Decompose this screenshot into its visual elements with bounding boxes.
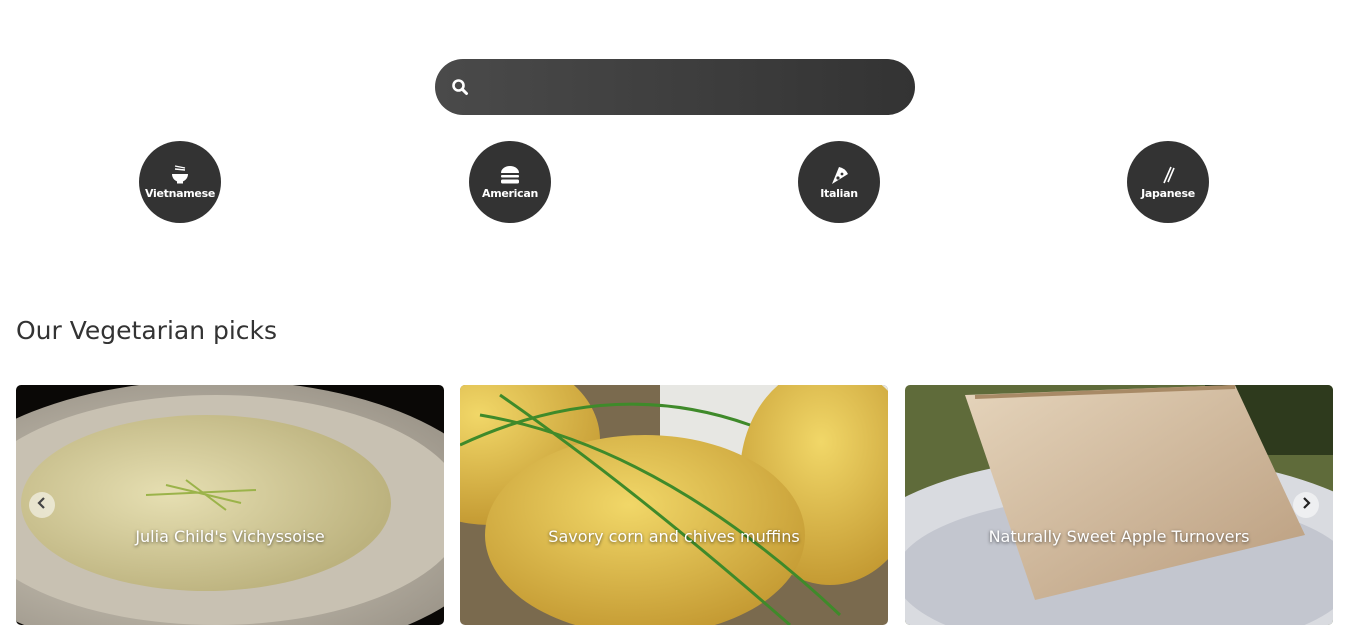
recipe-image xyxy=(460,385,888,625)
cuisine-label: Japanese xyxy=(1141,186,1195,200)
recipe-card[interactable]: Savory corn and chives muffins xyxy=(460,385,888,625)
cuisine-italian-button[interactable]: Italian xyxy=(798,141,880,223)
search-icon xyxy=(451,78,469,96)
cuisine-label: Vietnamese xyxy=(145,186,215,200)
chopsticks-icon xyxy=(1157,165,1179,185)
recipe-image xyxy=(905,385,1333,625)
section-title: Our Vegetarian picks xyxy=(16,316,278,345)
chevron-left-icon xyxy=(36,496,48,514)
recipe-image xyxy=(16,385,444,625)
search-bar[interactable] xyxy=(435,58,915,116)
burger-icon xyxy=(499,165,521,185)
cuisine-list: Vietnamese American Italian Japanese xyxy=(0,141,1349,223)
recipe-card[interactable]: Julia Child's Vichyssoise xyxy=(16,385,444,625)
cuisine-label: Italian xyxy=(820,186,858,200)
search-input[interactable] xyxy=(481,58,915,116)
cuisine-american-button[interactable]: American xyxy=(469,141,551,223)
cuisine-japanese-button[interactable]: Japanese xyxy=(1127,141,1209,223)
cuisine-label: American xyxy=(481,186,538,200)
cuisine-vietnamese-button[interactable]: Vietnamese xyxy=(139,141,221,223)
noodle-bowl-icon xyxy=(169,164,191,185)
recipe-title: Naturally Sweet Apple Turnovers xyxy=(988,527,1250,546)
recipe-title: Savory corn and chives muffins xyxy=(548,527,800,546)
recipe-carousel: Julia Child's Vichyssoise Savory corn an… xyxy=(16,385,1333,625)
pizza-icon xyxy=(828,165,850,185)
recipe-card[interactable]: Naturally Sweet Apple Turnovers xyxy=(905,385,1333,625)
recipe-title: Julia Child's Vichyssoise xyxy=(135,527,325,546)
chevron-right-icon xyxy=(1300,496,1312,514)
carousel-prev-button[interactable] xyxy=(29,492,55,518)
carousel-next-button[interactable] xyxy=(1293,492,1319,518)
